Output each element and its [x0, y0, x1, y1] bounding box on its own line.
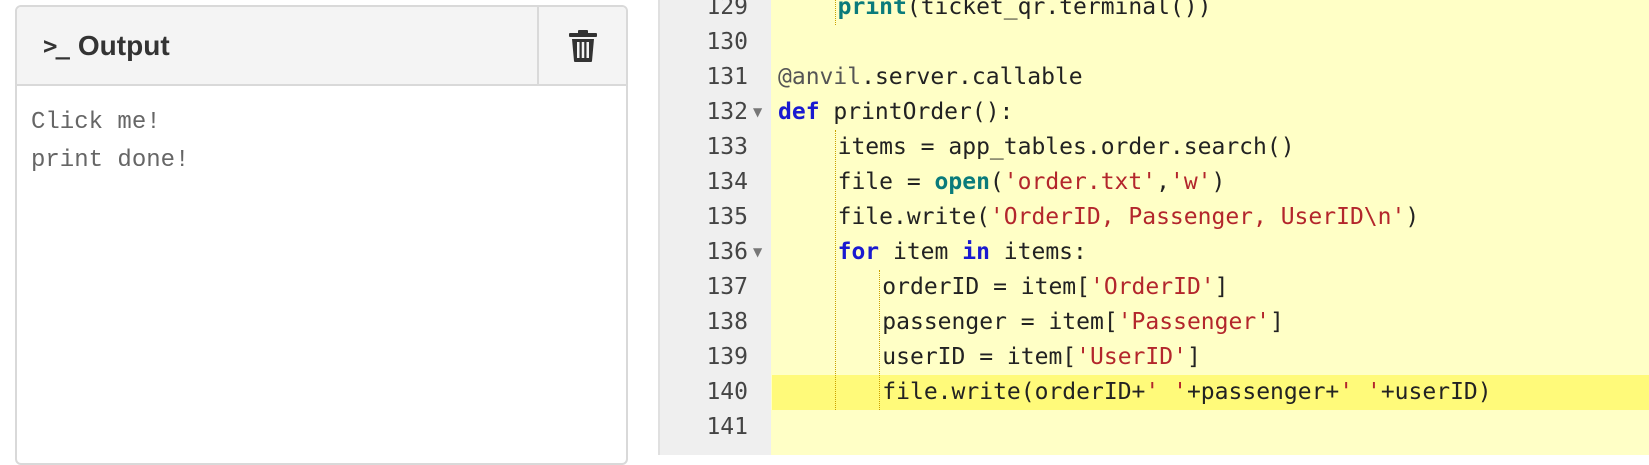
terminal-icon: >_	[43, 32, 70, 60]
output-line: print done!	[31, 147, 190, 174]
indent-guide	[834, 130, 836, 410]
code-token: for	[837, 239, 880, 265]
indent-guide	[834, 0, 836, 25]
code-line[interactable]: 135 file.write('OrderID, Passenger, UserI…	[706, 200, 1649, 235]
output-header: >_ Output	[17, 7, 626, 86]
output-console: Click me! print done!	[17, 86, 626, 463]
line-number: 133	[706, 134, 748, 160]
code-editor[interactable]: 129 print(ticket_qr.terminal()) 130 131 @anv…	[658, 0, 1649, 455]
code-token: +userID)	[1380, 379, 1492, 405]
code-token: )	[1211, 169, 1226, 195]
code-text: def printOrder():	[778, 95, 1013, 130]
code-token: print	[837, 0, 907, 20]
code-text: @anvil.server.callable	[778, 60, 1083, 95]
code-token: ]	[1214, 274, 1229, 300]
line-number: 139	[706, 344, 748, 370]
code-token: 'OrderID'	[1090, 274, 1215, 300]
line-number: 130	[706, 29, 748, 55]
code-token: userID = item[	[882, 344, 1077, 370]
code-token: (	[989, 169, 1004, 195]
code-token: 'UserID'	[1076, 344, 1187, 370]
code-token: in	[962, 239, 990, 265]
code-token: file.write(	[837, 204, 990, 230]
code-token: file.write(orderID+	[882, 379, 1146, 405]
code-token: @anvil	[778, 64, 862, 90]
code-line[interactable]: 133 items = app_tables.order.search()	[706, 130, 1649, 165]
code-text: orderID = item['OrderID']	[882, 270, 1228, 305]
code-token: 'w'	[1169, 169, 1212, 195]
line-number: 129	[706, 0, 748, 20]
code-line[interactable]: 131 @anvil.server.callable	[706, 60, 1649, 95]
code-token: .server.callable	[861, 64, 1083, 90]
line-number: 134	[706, 169, 748, 195]
code-text: print(ticket_qr.terminal())	[838, 0, 1212, 25]
code-token: def	[778, 99, 820, 125]
code-text: file = open('order.txt','w')	[838, 165, 1226, 200]
code-line[interactable]: 141	[706, 410, 1649, 445]
line-number: 138	[706, 309, 748, 335]
code-token: 'Passenger'	[1117, 309, 1271, 335]
line-number: 141	[706, 414, 748, 440]
line-number: 135	[706, 204, 748, 230]
line-number: 131	[706, 64, 748, 90]
code-token: 'order.txt'	[1003, 169, 1157, 195]
indent-guide	[879, 270, 881, 410]
line-number: 136	[706, 239, 748, 265]
code-token: printOrder():	[819, 99, 1014, 125]
code-text: passenger = item['Passenger']	[882, 305, 1284, 340]
trash-icon	[568, 29, 597, 62]
code-token: file =	[837, 169, 935, 195]
line-number: 132	[706, 99, 748, 125]
line-number: 137	[706, 274, 748, 300]
code-line[interactable]: 130	[706, 25, 1649, 60]
code-token: item	[879, 239, 963, 265]
code-line[interactable]: 139 userID = item['UserID']	[706, 340, 1649, 375]
code-line[interactable]: 137 orderID = item['OrderID']	[706, 270, 1649, 305]
clear-output-button[interactable]	[537, 7, 626, 84]
code-token: passenger = item[	[882, 309, 1118, 335]
fold-arrow-icon[interactable]: ▼	[753, 235, 762, 270]
code-line[interactable]: 136 ▼ for item in items:	[706, 235, 1649, 270]
code-text: for item in items:	[838, 235, 1087, 270]
code-text: items = app_tables.order.search()	[838, 130, 1295, 165]
code-text: file.write(orderID+' '+passenger+' '+use…	[882, 375, 1491, 410]
code-token: ' '	[1145, 379, 1187, 405]
output-title: >_ Output	[43, 29, 170, 63]
code-token: ' '	[1339, 379, 1381, 405]
code-token: (ticket_qr.terminal())	[906, 0, 1212, 20]
code-line[interactable]: 140 file.write(orderID+' '+passenger+' '+…	[706, 375, 1649, 410]
code-area[interactable]: 129 print(ticket_qr.terminal()) 130 131 @anv…	[706, 0, 1649, 455]
code-token: ,	[1156, 169, 1170, 195]
output-title-label: Output	[77, 30, 170, 61]
fold-arrow-icon[interactable]: ▼	[753, 95, 762, 130]
code-token: ]	[1270, 309, 1284, 335]
output-panel: >_ Output Click me! print done!	[15, 5, 628, 465]
code-line[interactable]: 129 print(ticket_qr.terminal())	[706, 0, 1649, 25]
code-line[interactable]: 138 passenger = item['Passenger']	[706, 305, 1649, 340]
code-token: orderID = item[	[882, 274, 1091, 300]
code-line[interactable]: 134 file = open('order.txt','w')	[706, 165, 1649, 200]
code-text: file.write('OrderID, Passenger, UserID\n…	[838, 200, 1420, 235]
code-token: items:	[989, 239, 1087, 265]
code-token: +passenger+	[1186, 379, 1340, 405]
code-token: 'OrderID, Passenger, UserID\n'	[989, 204, 1406, 230]
code-token: )	[1405, 204, 1420, 230]
code-line[interactable]: 132 ▼ def printOrder():	[706, 95, 1649, 130]
code-token: ]	[1186, 344, 1201, 370]
code-token: items = app_tables.order.search()	[837, 134, 1295, 160]
code-token: open	[934, 169, 990, 195]
code-text: userID = item['UserID']	[882, 340, 1201, 375]
output-line: Click me!	[31, 109, 161, 136]
line-number: 140	[706, 379, 748, 405]
